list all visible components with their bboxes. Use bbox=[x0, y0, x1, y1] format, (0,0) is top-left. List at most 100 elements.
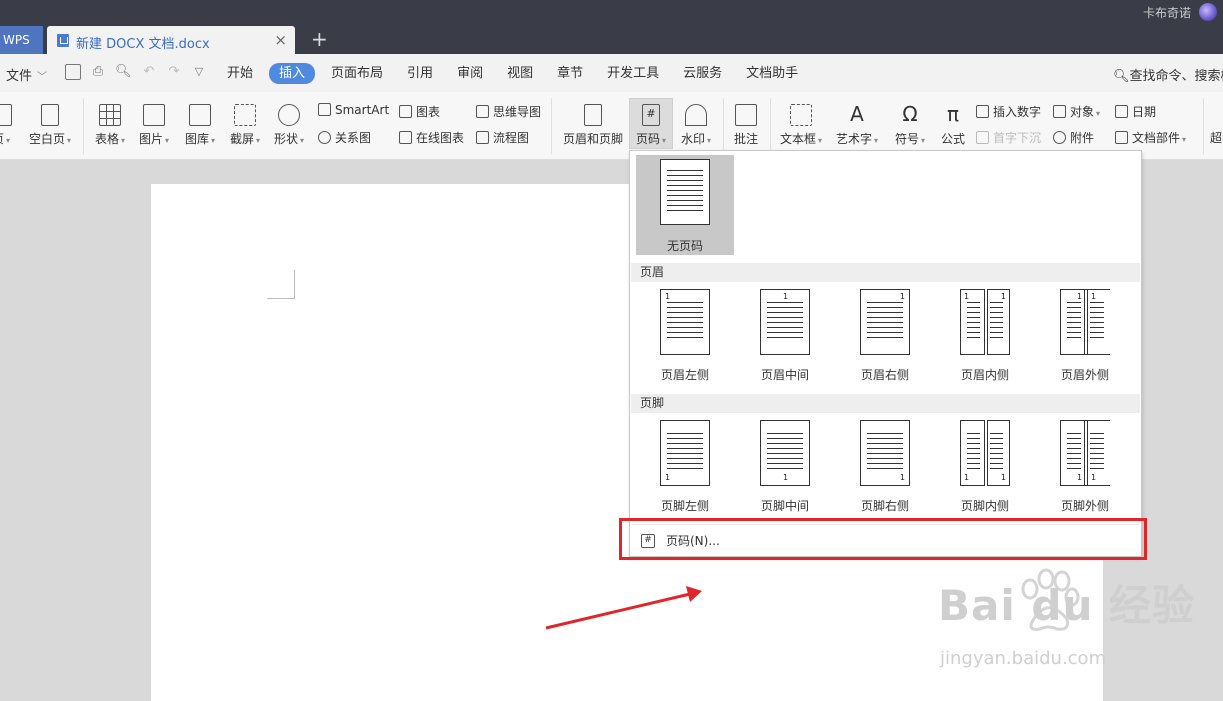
gallery-button[interactable]: 图库 ▾ bbox=[182, 104, 218, 147]
picture-button[interactable]: 图片 ▾ bbox=[136, 104, 172, 147]
textbox-button[interactable]: 文本框 ▾ bbox=[778, 104, 824, 147]
symbol-button[interactable]: Ω 符号 ▾ bbox=[890, 104, 930, 147]
gallery-icon bbox=[189, 104, 211, 126]
tab-review[interactable]: 审阅 bbox=[445, 63, 495, 84]
save-icon[interactable] bbox=[65, 64, 81, 80]
table-button[interactable]: 表格 ▾ bbox=[92, 104, 128, 147]
object-button[interactable]: 对象 ▾ bbox=[1053, 103, 1100, 120]
chart-label: 图表 bbox=[416, 105, 441, 119]
chart-button[interactable]: 图表 bbox=[399, 103, 440, 120]
symbol-label: 符号 bbox=[894, 132, 919, 146]
header-footer-icon bbox=[584, 104, 602, 126]
footer-left-option[interactable]: 1 页脚左侧 bbox=[640, 420, 730, 514]
close-tab-icon[interactable]: × bbox=[274, 31, 287, 49]
tab-insert[interactable]: 插入 bbox=[269, 63, 316, 84]
ribbon-separator bbox=[551, 98, 552, 154]
page-number-label: 页码 bbox=[635, 132, 660, 146]
header-outside-option[interactable]: 11 页眉外侧 bbox=[1040, 289, 1130, 383]
page-thumbnail bbox=[660, 159, 710, 225]
flowchart-button[interactable]: 流程图 bbox=[476, 129, 529, 146]
tab-page-layout[interactable]: 页面布局 bbox=[319, 63, 395, 84]
wordart-button[interactable]: A 艺术字 ▾ bbox=[834, 104, 880, 147]
footer-outside-option[interactable]: 11 页脚外侧 bbox=[1040, 420, 1130, 514]
header-footer-button[interactable]: 页眉和页脚 bbox=[560, 104, 626, 147]
screenshot-button[interactable]: 截屏 ▾ bbox=[227, 104, 263, 147]
smartart-button[interactable]: SmartArt bbox=[318, 103, 389, 117]
blank-page-label: 空白页 bbox=[28, 132, 65, 146]
command-search-label: 查找命令、搜索模 bbox=[1129, 69, 1223, 84]
file-menu-button[interactable]: 文件 ﹀ bbox=[6, 65, 47, 84]
watermark-button[interactable]: 水印 ▾ bbox=[676, 104, 716, 147]
tab-home[interactable]: 开始 bbox=[215, 63, 265, 84]
header-inside-label: 页眉内侧 bbox=[960, 368, 1009, 382]
print-preview-icon[interactable]: 🔍︎ bbox=[115, 64, 132, 80]
wordart-icon: A bbox=[850, 102, 864, 126]
cover-page-button[interactable]: 页▾ bbox=[0, 104, 16, 147]
dropcap-icon bbox=[976, 131, 989, 144]
tab-references[interactable]: 引用 bbox=[395, 63, 445, 84]
doc-parts-button[interactable]: 文档部件 ▾ bbox=[1115, 129, 1186, 146]
dropcap-button[interactable]: 首字下沉 bbox=[976, 129, 1041, 146]
redo-icon[interactable]: ↷ bbox=[166, 64, 182, 80]
footer-inside-option[interactable]: 11 页脚内侧 bbox=[940, 420, 1030, 514]
print-icon[interactable]: ⎙ bbox=[90, 64, 106, 80]
header-center-option[interactable]: 1 页眉中间 bbox=[740, 289, 830, 383]
online-chart-button[interactable]: 在线图表 bbox=[399, 129, 464, 146]
formula-button[interactable]: π 公式 bbox=[936, 104, 970, 147]
header-left-option[interactable]: 1 页眉左侧 bbox=[640, 289, 730, 383]
blank-page-button[interactable]: 空白页 ▾ bbox=[26, 104, 74, 147]
formula-label: 公式 bbox=[940, 132, 965, 146]
tab-view[interactable]: 视图 bbox=[495, 63, 545, 84]
docx-file-icon bbox=[57, 34, 69, 47]
avatar[interactable] bbox=[1199, 3, 1217, 21]
page-thumbnail: 1 bbox=[660, 289, 710, 355]
comment-button[interactable]: 批注 bbox=[730, 104, 762, 147]
header-center-label: 页眉中间 bbox=[760, 368, 809, 382]
wps-home-tab[interactable]: WPS bbox=[0, 26, 43, 54]
header-right-option[interactable]: 1 页眉右侧 bbox=[840, 289, 930, 383]
tab-doc-assistant[interactable]: 文档助手 bbox=[734, 63, 810, 84]
margin-corner-mark bbox=[267, 270, 295, 299]
user-name[interactable]: 卡布奇诺 bbox=[1143, 4, 1191, 21]
shape-button[interactable]: 形状 ▾ bbox=[271, 104, 307, 147]
footer-center-option[interactable]: 1 页脚中间 bbox=[740, 420, 830, 514]
new-tab-icon[interactable]: + bbox=[311, 27, 328, 51]
cover-page-label: 页 bbox=[0, 132, 4, 146]
no-page-number-label: 无页码 bbox=[666, 239, 703, 253]
red-arrow-annotation bbox=[545, 586, 702, 630]
document-tab[interactable]: 新建 DOCX 文档.docx × bbox=[47, 26, 295, 54]
header-section-heading: 页眉 bbox=[631, 263, 1140, 282]
footer-right-option[interactable]: 1 页脚右侧 bbox=[840, 420, 930, 514]
date-button[interactable]: 日期 bbox=[1115, 103, 1156, 120]
header-outside-label: 页眉外侧 bbox=[1060, 368, 1109, 382]
page-number-icon: # bbox=[642, 104, 660, 126]
smartart-icon bbox=[318, 103, 331, 116]
tab-developer[interactable]: 开发工具 bbox=[595, 63, 671, 84]
ribbon-tabs: 开始 插入 页面布局 引用 审阅 视图 章节 开发工具 云服务 文档助手 bbox=[215, 63, 810, 84]
command-search[interactable]: 🔍︎查找命令、搜索模 bbox=[1113, 65, 1223, 84]
screenshot-label: 截屏 bbox=[229, 132, 254, 146]
watermark-label: 水印 bbox=[680, 132, 705, 146]
mindmap-button[interactable]: 思维导图 bbox=[476, 103, 541, 120]
gallery-label: 图库 bbox=[184, 132, 209, 146]
screenshot-icon bbox=[234, 104, 256, 126]
undo-icon[interactable]: ↶ bbox=[141, 64, 157, 80]
relation-chart-label: 关系图 bbox=[335, 131, 372, 145]
comment-label: 批注 bbox=[733, 132, 758, 146]
ribbon-separator bbox=[770, 98, 771, 154]
attachment-button[interactable]: 附件 bbox=[1053, 129, 1094, 146]
tab-section[interactable]: 章节 bbox=[545, 63, 595, 84]
header-inside-option[interactable]: 11 页眉内侧 bbox=[940, 289, 1030, 383]
insert-number-button[interactable]: 插入数字 bbox=[976, 103, 1041, 120]
no-page-number-option[interactable]: 无页码 bbox=[636, 155, 734, 255]
page-number-button[interactable]: # 页码 ▾ bbox=[630, 104, 672, 147]
relation-chart-button[interactable]: 关系图 bbox=[318, 129, 371, 146]
tab-cloud[interactable]: 云服务 bbox=[671, 63, 734, 84]
online-chart-label: 在线图表 bbox=[416, 131, 465, 145]
textbox-label: 文本框 bbox=[779, 132, 816, 146]
quick-access-more-icon[interactable]: ▽ bbox=[191, 64, 207, 80]
chevron-down-icon: ﹀ bbox=[37, 72, 48, 83]
hyperlink-button[interactable]: 超 bbox=[1210, 129, 1222, 146]
highlight-box bbox=[619, 518, 1147, 560]
object-label: 对象 bbox=[1070, 105, 1095, 119]
